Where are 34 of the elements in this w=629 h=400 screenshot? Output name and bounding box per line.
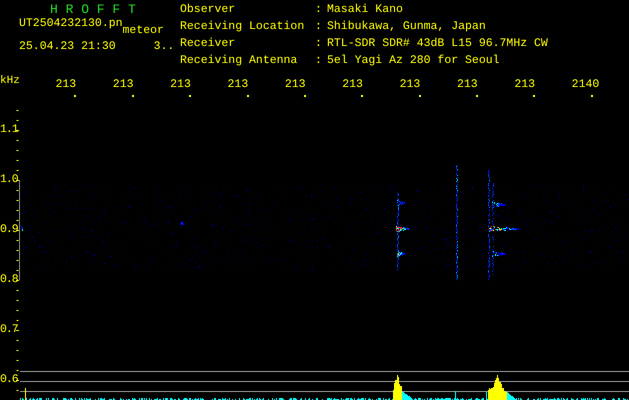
separator: : <box>315 4 323 18</box>
event-tag: meteor <box>122 25 164 37</box>
axis-label: 213 <box>170 78 192 91</box>
axis-label: 1.1 <box>0 122 16 138</box>
info-value: Masaki Kano <box>327 4 404 18</box>
file-name: UT2504232130.pn <box>19 18 123 30</box>
axis-label: 213 <box>456 78 479 91</box>
axis-label: 213 <box>112 78 135 91</box>
separator: : <box>315 55 323 69</box>
axis-label: 2140 <box>572 78 600 91</box>
axis-label: 213 <box>514 78 536 91</box>
axis-label: 0.8 <box>0 272 16 288</box>
axis-label: 213 <box>342 78 364 91</box>
axis-label: 213 <box>284 78 307 91</box>
info-value: 5el Yagi Az 280 for Seoul <box>327 55 501 69</box>
axis-label: 213 <box>55 78 78 91</box>
separator: : <box>315 21 323 35</box>
app-title: H R O F F T <box>49 4 137 18</box>
axis-label: 1.0 <box>0 172 16 188</box>
axis-label: 0.9 <box>0 222 16 238</box>
separator: : <box>315 38 323 52</box>
axis-label: 0.7 <box>0 322 16 338</box>
info-label: Receiver <box>180 38 236 52</box>
date-time: 25.04.23 21:30 <box>19 41 116 53</box>
axis-unit: kHz <box>0 74 21 89</box>
axis-label: 213 <box>228 78 250 91</box>
axis-label: 213 <box>400 78 422 91</box>
info-label: Receiving Location <box>180 21 306 35</box>
event-count: 3.. <box>154 41 174 53</box>
info-label: Observer <box>180 4 236 18</box>
axis-label: 0.6 <box>0 372 16 388</box>
info-value: Shibukawa, Gunma, Japan <box>327 21 487 35</box>
info-label: Receiving Antenna <box>180 55 298 69</box>
info-value: RTL-SDR SDR# 43dB L15 96.7MHz CW <box>327 38 548 52</box>
